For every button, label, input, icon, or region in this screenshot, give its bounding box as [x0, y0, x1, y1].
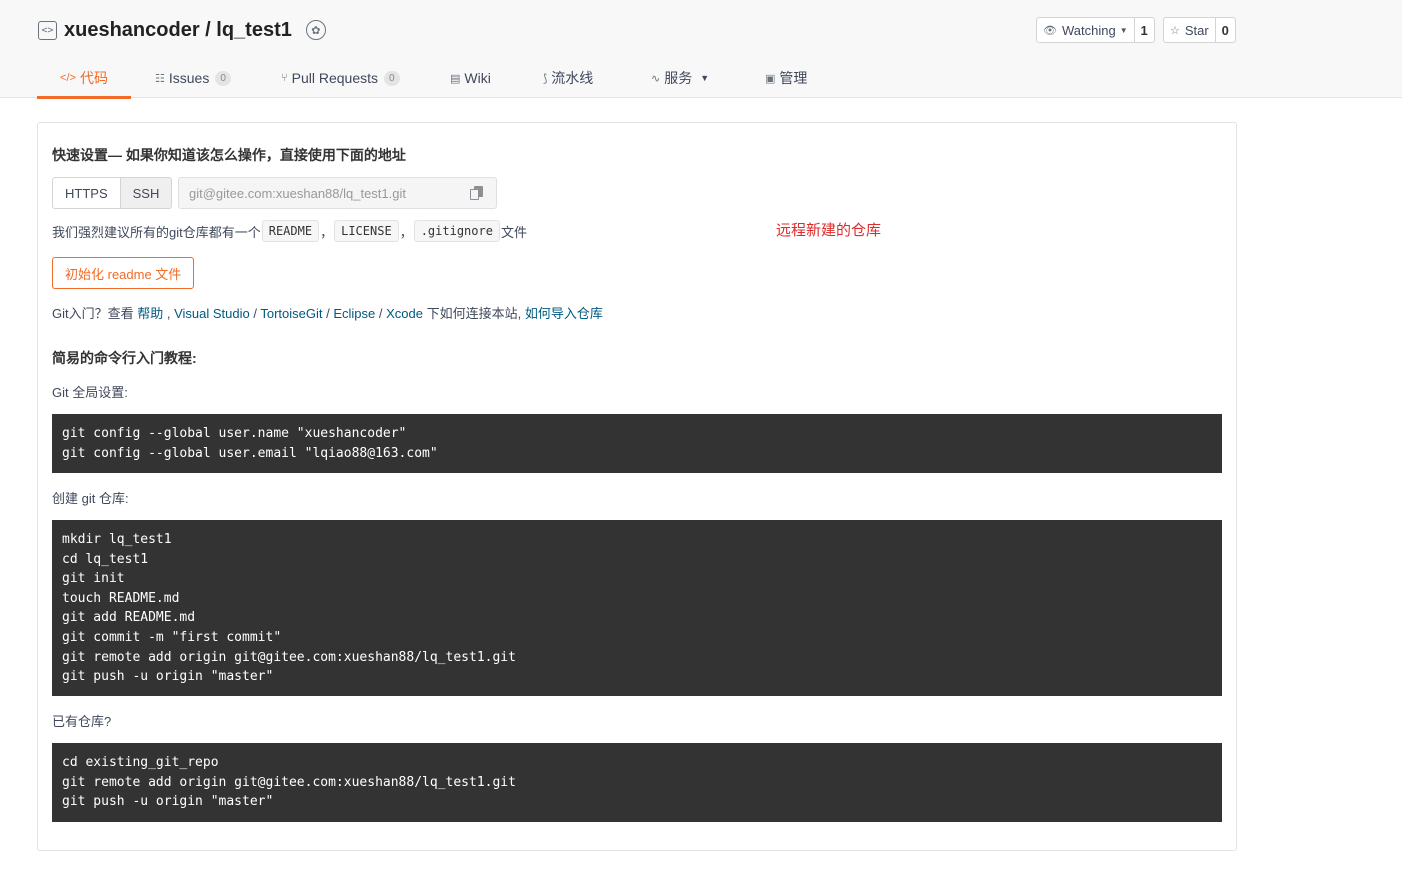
clone-url-input[interactable]: git@gitee.com:xueshan88/lq_test1.git: [178, 177, 497, 209]
tab-wiki[interactable]: ▤ Wiki: [450, 58, 491, 98]
code-line: cd existing_git_repo: [62, 755, 219, 770]
code-line: git config --global user.name "xueshanco…: [62, 426, 407, 441]
existing-repo-code[interactable]: cd existing_git_repogit remote add origi…: [52, 743, 1222, 822]
tab-issues[interactable]: ☷ Issues 0: [155, 58, 231, 98]
chevron-down-icon: ▼: [700, 73, 710, 83]
code-line: touch README.md: [62, 590, 180, 606]
https-button[interactable]: HTTPS: [52, 177, 121, 209]
recommend-prefix: 我们强烈建议所有的git仓库都有一个: [52, 224, 261, 240]
copy-icon[interactable]: [470, 186, 484, 200]
help-middle: 下如何连接本站,: [422, 306, 525, 321]
issues-icon: ☷: [155, 72, 165, 85]
watch-label: Watching: [1061, 22, 1116, 38]
star-button[interactable]: ☆ Star: [1163, 17, 1216, 43]
code-icon: </>: [60, 72, 76, 84]
eclipse-link[interactable]: Eclipse: [333, 306, 375, 321]
code-line: git commit -m "first commit": [62, 629, 282, 645]
help-prefix: Git入门？查看: [52, 306, 138, 321]
code-line: cd lq_test1: [62, 551, 149, 567]
quick-setup-title: 快速设置— 如果你知道该怎么操作，直接使用下面的地址: [52, 147, 406, 163]
star-icon: ☆: [1170, 24, 1180, 37]
recommend-text: 我们强烈建议所有的git仓库都有一个 README ， LICENSE ， .g…: [52, 220, 527, 242]
pull-requests-count-badge: 0: [384, 70, 400, 86]
global-settings-label: Git 全局设置:: [52, 385, 128, 400]
pull-request-icon: ⑂: [281, 72, 288, 84]
annotation-text: 远程新建的仓库: [776, 222, 882, 239]
repo-title: <> xueshancoder / lq_test1 ✿: [38, 15, 326, 45]
pipeline-icon: ⟆: [543, 72, 548, 85]
comma: ，: [320, 224, 334, 240]
tab-label: 管理: [779, 70, 808, 86]
service-icon: ∿: [651, 72, 661, 85]
tab-pipeline[interactable]: ⟆ 流水线: [543, 58, 593, 98]
xcode-link[interactable]: Xcode: [386, 306, 423, 321]
gitignore-chip: .gitignore: [413, 220, 500, 242]
separator: ,: [163, 306, 175, 321]
existing-repo-label: 已有仓库?: [52, 714, 112, 729]
init-readme-button[interactable]: 初始化 readme 文件: [52, 257, 195, 289]
create-repo-label: 创建 git 仓库:: [52, 491, 129, 506]
tab-label: 代码: [79, 70, 108, 86]
tab-label: Wiki: [464, 70, 491, 86]
repo-separator: /: [199, 18, 217, 41]
tab-label: Pull Requests: [291, 70, 378, 86]
code-line: git remote add origin git@gitee.com:xues…: [62, 774, 516, 790]
issues-count-badge: 0: [215, 70, 231, 86]
global-settings-code[interactable]: git config --global user.name "xueshanco…: [52, 414, 1222, 473]
ssh-button[interactable]: SSH: [120, 177, 173, 209]
code-line: git config --global user.email "lqiao88@…: [62, 445, 438, 461]
recommend-suffix: 文件: [500, 224, 527, 240]
create-repo-code[interactable]: mkdir lq_test1cd lq_test1git init touch R…: [52, 520, 1222, 696]
tab-label: Issues: [168, 70, 210, 86]
tab-label: 服务: [664, 70, 693, 86]
recommend-badge-icon[interactable]: ✿: [305, 20, 326, 40]
help-link[interactable]: 帮助: [137, 306, 163, 321]
tab-manage[interactable]: ▣ 管理: [765, 58, 807, 98]
quick-setup-panel: 快速设置— 如果你知道该怎么操作，直接使用下面的地址 HTTPS SSH git…: [37, 122, 1237, 851]
code-line: git add README.md: [62, 610, 196, 626]
chevron-down-icon: ▼: [1119, 25, 1128, 35]
repo-owner-link[interactable]: xueshancoder: [64, 19, 200, 42]
protocol-switch: HTTPS SSH: [52, 177, 173, 209]
tab-code[interactable]: </> 代码: [37, 58, 131, 99]
watch-button[interactable]: 👁 Watching ▼: [1036, 17, 1135, 43]
visual-studio-link[interactable]: Visual Studio: [174, 306, 250, 321]
tab-services[interactable]: ∿ 服务 ▼: [651, 58, 709, 98]
separator: /: [322, 306, 334, 321]
readme-chip: README: [261, 220, 320, 242]
import-repo-link[interactable]: 如何导入仓库: [525, 306, 603, 321]
watch-count[interactable]: 1: [1134, 17, 1155, 43]
separator: /: [375, 306, 387, 321]
star-group: ☆ Star 0: [1163, 17, 1236, 43]
comma: ，: [399, 224, 413, 240]
repo-header: <> xueshancoder / lq_test1 ✿ 👁 Watching …: [0, 0, 1402, 99]
star-label: Star: [1184, 22, 1209, 38]
star-count[interactable]: 0: [1215, 17, 1236, 43]
code-line: git push -u origin "master": [62, 669, 274, 685]
eye-icon: 👁: [1043, 24, 1057, 37]
help-line: Git入门？查看 帮助 , Visual Studio / TortoiseGi…: [52, 303, 603, 322]
wiki-icon: ▤: [450, 72, 461, 85]
license-chip: LICENSE: [334, 220, 399, 242]
cli-title: 简易的命令行入门教程:: [52, 350, 197, 366]
code-line: git init: [62, 571, 125, 587]
watch-group: 👁 Watching ▼ 1: [1036, 17, 1155, 43]
code-line: mkdir lq_test1: [62, 532, 172, 547]
code-line: git push -u origin "master": [62, 794, 274, 810]
separator: /: [249, 306, 261, 321]
manage-icon: ▣: [765, 72, 776, 85]
tortoisegit-link[interactable]: TortoiseGit: [260, 306, 322, 321]
tab-label: 流水线: [551, 70, 594, 86]
repository-icon: <>: [38, 20, 57, 40]
tab-pull-requests[interactable]: ⑂ Pull Requests 0: [281, 58, 400, 98]
code-line: git remote add origin git@gitee.com:xues…: [62, 649, 516, 665]
repo-name-link[interactable]: lq_test1: [216, 19, 292, 42]
